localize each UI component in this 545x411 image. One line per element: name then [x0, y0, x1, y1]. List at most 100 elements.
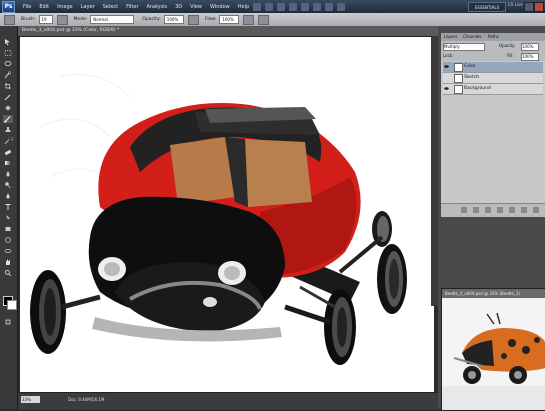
menu-image[interactable]: Image — [57, 4, 73, 10]
brush-tool-icon[interactable] — [3, 115, 13, 123]
beetle-car-artwork — [30, 74, 407, 365]
opacity-label: Opacity: — [499, 43, 516, 48]
close-button[interactable] — [534, 2, 544, 12]
menu-select[interactable]: Select — [103, 4, 118, 10]
zoom-level-icon[interactable] — [277, 2, 286, 11]
new-group-icon[interactable] — [509, 207, 515, 213]
crop-tool-icon[interactable] — [3, 82, 13, 90]
type-tool-icon[interactable] — [3, 203, 13, 211]
blur-tool-icon[interactable] — [3, 170, 13, 178]
menu-filter[interactable]: Filter — [126, 4, 138, 10]
quick-mask-icon[interactable] — [3, 318, 13, 326]
menu-edit[interactable]: Edit — [39, 4, 49, 10]
layer-name: Sketch — [464, 75, 480, 80]
link-layers-icon[interactable] — [461, 207, 467, 213]
lasso-tool-icon[interactable] — [3, 60, 13, 68]
mini-bridge-icon[interactable] — [265, 2, 274, 11]
status-bar: 33% Doc: 8.46M/56.1M — [18, 392, 438, 410]
background-color-swatch[interactable] — [7, 300, 17, 310]
healing-brush-tool-icon[interactable] — [3, 104, 13, 112]
layer-name: Background — [464, 86, 491, 91]
layer-row-color[interactable]: Color — [443, 62, 543, 73]
menu-layer[interactable]: Layer — [81, 4, 95, 10]
canvas[interactable] — [20, 37, 434, 392]
brush-label: Brush: — [21, 17, 36, 22]
eye-icon[interactable] — [444, 64, 449, 69]
layer-row-sketch[interactable]: Sketch — [443, 73, 543, 84]
layers-panel: Layers Channels Paths Multiply Opacity: … — [441, 33, 545, 217]
brush-size-picker[interactable]: 19 — [38, 15, 53, 24]
menu-help[interactable]: Help — [238, 4, 249, 10]
hand-tool-icon[interactable] — [3, 258, 13, 266]
airbrush-icon[interactable] — [243, 14, 255, 25]
menu-window[interactable]: Window — [210, 4, 230, 10]
second-document-title: Beetle_3_v004.psd @ 33% (Beetle_3) — [445, 291, 520, 296]
layer-row-background[interactable]: Background — [443, 84, 543, 95]
dodge-tool-icon[interactable] — [3, 181, 13, 189]
cs-live-button[interactable]: CS Live — [508, 2, 523, 7]
beetle-render-preview — [442, 298, 545, 410]
pen-tool-icon[interactable] — [3, 192, 13, 200]
fill-label: Fill: — [507, 53, 514, 58]
shape-tool-icon[interactable] — [3, 225, 13, 233]
mode-label: Mode: — [73, 17, 88, 22]
pressure-size-icon[interactable] — [258, 14, 270, 25]
opacity-field[interactable]: 100% — [163, 15, 184, 24]
menu-analysis[interactable]: Analysis — [147, 4, 168, 10]
pressure-opacity-icon[interactable] — [187, 14, 199, 25]
flow-field[interactable]: 100% — [219, 15, 240, 24]
move-tool-icon[interactable] — [3, 38, 13, 46]
zoom-tool-icon[interactable] — [301, 2, 310, 11]
trash-icon[interactable] — [533, 207, 539, 213]
history-brush-tool-icon[interactable] — [3, 135, 14, 145]
layer-style-icon[interactable] — [473, 207, 479, 213]
marquee-tool-icon[interactable] — [3, 49, 13, 57]
rotate-view-icon[interactable] — [313, 2, 322, 11]
layer-opacity-field[interactable]: 100% — [521, 43, 539, 51]
brush-panel-toggle-icon[interactable] — [56, 14, 68, 25]
eye-icon[interactable] — [444, 86, 449, 91]
gradient-tool-icon[interactable] — [3, 159, 13, 167]
menu-view[interactable]: View — [190, 4, 202, 10]
3d-rotate-tool-icon[interactable] — [3, 236, 13, 244]
tab-layers[interactable]: Layers — [444, 34, 457, 39]
clone-stamp-tool-icon[interactable] — [3, 126, 13, 134]
blend-mode-dropdown[interactable]: Multiply — [443, 43, 485, 51]
document-title: Beetle_3_v004.psd @ 33% (Color, RGB/8) * — [22, 28, 120, 33]
zoom-tool-icon[interactable] — [3, 269, 13, 277]
menu-3d[interactable]: 3D — [175, 4, 182, 10]
flow-label: Flow: — [204, 17, 217, 22]
arrange-documents-icon[interactable] — [325, 2, 334, 11]
layer-thumbnail — [454, 85, 463, 94]
tab-paths[interactable]: Paths — [488, 34, 499, 39]
layer-fill-field[interactable]: 100% — [521, 53, 539, 61]
path-selection-tool-icon[interactable] — [3, 214, 13, 222]
hand-tool-icon[interactable] — [289, 2, 298, 11]
second-document-window[interactable]: Beetle_3_v004.psd @ 33% (Beetle_3) — [441, 288, 545, 411]
layer-thumbnail — [454, 63, 463, 72]
layers-panel-footer — [441, 203, 545, 217]
toolbox — [0, 26, 18, 409]
tab-channels[interactable]: Channels — [463, 34, 482, 39]
screen-mode-icon[interactable] — [337, 2, 346, 11]
eyedropper-tool-icon[interactable] — [3, 93, 13, 101]
minimize-button[interactable] — [524, 2, 534, 12]
3d-orbit-tool-icon[interactable] — [3, 247, 13, 255]
layer-options: Multiply Opacity: 100% Lock: Fill: 100% — [441, 41, 545, 61]
layer-mask-icon[interactable] — [485, 207, 491, 213]
mode-dropdown[interactable]: Normal — [90, 15, 135, 24]
layer-name: Color — [464, 64, 476, 69]
zoom-field[interactable]: 33% — [21, 396, 40, 403]
new-layer-icon[interactable] — [521, 207, 527, 213]
document-tab[interactable]: Beetle_3_v004.psd @ 33% (Color, RGB/8) * — [18, 26, 438, 37]
bridge-icon[interactable] — [253, 2, 262, 11]
adjustment-layer-icon[interactable] — [497, 207, 503, 213]
workspace-switcher[interactable]: ESSENTIALS — [468, 2, 506, 12]
brush-tool-preset-icon[interactable] — [4, 14, 15, 25]
second-document-titlebar[interactable]: Beetle_3_v004.psd @ 33% (Beetle_3) — [442, 289, 545, 298]
eraser-tool-icon[interactable] — [3, 148, 13, 156]
lock-label: Lock: — [443, 53, 454, 58]
menu-file[interactable]: File — [23, 4, 31, 10]
quick-selection-tool-icon[interactable] — [3, 71, 13, 79]
document-info[interactable]: Doc: 8.46M/56.1M — [68, 397, 104, 402]
